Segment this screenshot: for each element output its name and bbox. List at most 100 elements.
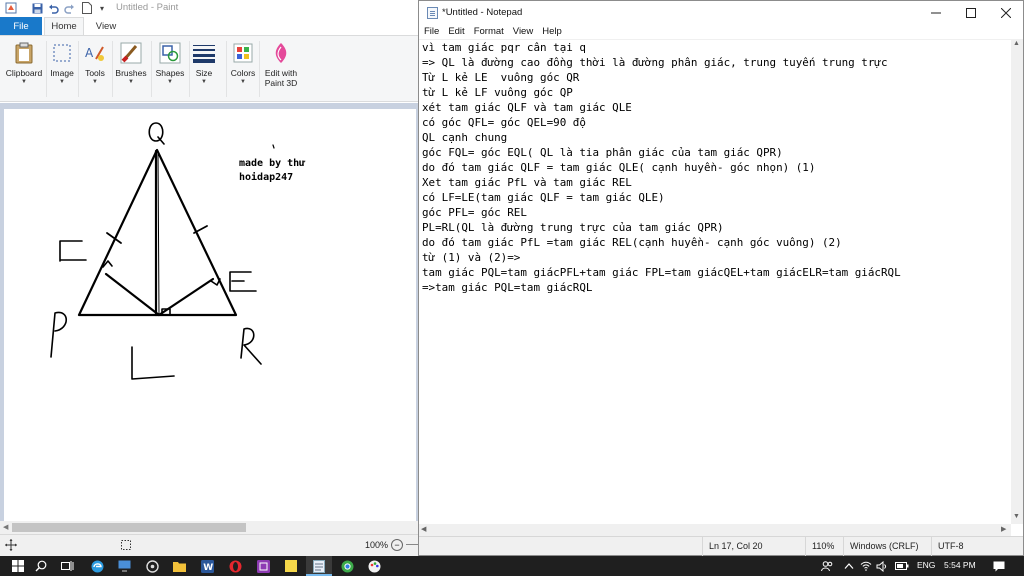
altitude-ql-inner (157, 150, 160, 316)
language-indicator[interactable]: ENG (917, 560, 935, 570)
edge-browser-icon[interactable] (90, 559, 104, 573)
search-icon[interactable] (34, 559, 48, 573)
menu-edit[interactable]: Edit (443, 25, 468, 39)
minimize-button[interactable] (919, 1, 953, 25)
tab-file[interactable]: File (0, 17, 42, 35)
brush-icon (119, 41, 143, 65)
image-label: Image (50, 68, 74, 78)
scroll-right-icon[interactable]: ▶ (1001, 525, 1006, 533)
zoom-out-button[interactable]: − (391, 539, 403, 551)
chevron-down-icon: ▼ (59, 79, 65, 85)
label-r (240, 327, 262, 365)
label-q (148, 122, 165, 145)
image-group[interactable]: Image ▼ (47, 39, 77, 100)
task-view-icon[interactable] (60, 559, 74, 573)
brushes-group[interactable]: Brushes ▼ (112, 39, 150, 100)
edit-with-paint3d-button[interactable]: Edit with Paint 3D (259, 39, 303, 100)
notepad-app-icon (427, 7, 438, 19)
word-icon[interactable]: W (200, 559, 214, 573)
opera-icon[interactable] (228, 559, 242, 573)
redo-icon[interactable] (62, 1, 76, 15)
colors-label: Colors (230, 68, 256, 78)
menu-help[interactable]: Help (537, 25, 566, 39)
chevron-down-icon: ▼ (128, 79, 134, 85)
notepad-vertical-scrollbar[interactable]: ▲ ▼ (1011, 39, 1023, 524)
maximize-button[interactable] (954, 1, 988, 25)
triangle-drawing (50, 122, 275, 380)
media-player-icon[interactable] (145, 559, 159, 573)
text-line: vì tam giác pqr cân tại q (422, 41, 586, 54)
svg-text:A: A (85, 46, 94, 60)
svg-text:W: W (203, 563, 213, 573)
size-group[interactable]: Size ▼ (189, 39, 219, 100)
signature-line2: hoidap247 (239, 172, 294, 183)
shapes-icon (158, 41, 182, 65)
notepad-taskbar-icon[interactable] (312, 559, 326, 573)
text-line: có LF=LE(tam giác QLF = tam giác QLE) (422, 191, 665, 204)
shapes-label: Shapes (155, 68, 185, 78)
network-icon[interactable] (859, 559, 873, 573)
notepad-menu-bar: File Edit Format View Help (419, 25, 1023, 39)
tab-view[interactable]: View (88, 17, 124, 35)
paint-window: ▾ Untitled - Paint File Home View Clipbo… (0, 0, 419, 556)
text-line: Xet tam giác PfL và tam giác REL (422, 176, 632, 189)
notepad-title-bar: *Untitled - Notepad (419, 1, 1023, 25)
taskbar: W ENG 5:54 PM (0, 556, 1024, 576)
scrollbar-thumb[interactable] (12, 523, 246, 532)
paint3d-icon (269, 41, 293, 65)
notepad-horizontal-scrollbar[interactable]: ◀ ▶ (419, 524, 1011, 536)
clock-time[interactable]: 5:54 PM (944, 560, 976, 570)
paint-taskbar-icon[interactable] (367, 559, 381, 573)
save-icon[interactable] (30, 1, 44, 15)
scroll-left-icon[interactable]: ◀ (3, 523, 8, 531)
text-line: do đó tam giác QLF = tam giác QLE( cạnh … (422, 161, 816, 174)
selection-size-icon (120, 539, 132, 553)
undo-icon[interactable] (46, 1, 60, 15)
size-label: Size (195, 68, 213, 78)
text-line: từ (1) và (2)=> (422, 251, 521, 264)
menu-view[interactable]: View (508, 25, 537, 39)
text-line: xét tam giác QLF và tam giác QLE (422, 101, 632, 114)
chevron-up-icon[interactable] (842, 559, 856, 573)
chrome-icon[interactable] (340, 559, 354, 573)
ribbon-tabs: File Home View (0, 17, 419, 35)
clipboard-group[interactable]: Clipboard ▼ (3, 39, 45, 100)
menu-file[interactable]: File (419, 25, 443, 39)
desktop-icon[interactable] (117, 559, 131, 573)
text-line: PL=RL(QL là đường trung trực của tam giá… (422, 221, 724, 234)
new-file-icon[interactable] (80, 1, 94, 15)
text-line: => QL là đường cao đồng thời là đường ph… (422, 56, 888, 69)
text-line: từ L kẻ LF vuông góc QP (422, 86, 573, 99)
scroll-down-icon[interactable]: ▼ (1013, 513, 1020, 520)
notepad-zoom-level: 110% (805, 537, 847, 556)
shapes-group[interactable]: Shapes ▼ (152, 39, 188, 100)
chevron-down-icon: ▼ (201, 79, 207, 85)
colors-group[interactable]: Colors ▼ (228, 39, 258, 100)
file-explorer-icon[interactable] (172, 559, 186, 573)
canvas-area: made by thư hoidap247 (0, 103, 419, 522)
windows-start-icon[interactable] (11, 559, 25, 573)
notepad-text-area[interactable]: vì tam giác pqr cân tại q => QL là đường… (419, 39, 1011, 524)
paint-zoom-level: 100% (365, 540, 389, 550)
customize-toolbar-icon[interactable]: ▾ (95, 1, 109, 15)
ribbon-divider (226, 41, 227, 97)
tools-group[interactable]: A Tools ▼ (79, 39, 111, 100)
people-icon[interactable] (820, 559, 834, 573)
text-line: =>tam giác PQL=tam giácRQL (422, 281, 593, 294)
battery-icon[interactable] (895, 559, 909, 573)
menu-format[interactable]: Format (469, 25, 508, 39)
scroll-left-icon[interactable]: ◀ (421, 525, 426, 533)
sticky-notes-icon[interactable] (284, 559, 298, 573)
clipboard-icon (12, 41, 36, 65)
drawing-canvas[interactable]: made by thư hoidap247 (4, 109, 416, 522)
chevron-down-icon: ▼ (240, 79, 246, 85)
close-button[interactable] (989, 1, 1023, 25)
tab-home[interactable]: Home (44, 17, 84, 35)
scroll-up-icon[interactable]: ▲ (1013, 40, 1020, 47)
volume-icon[interactable] (875, 559, 889, 573)
onenote-icon[interactable] (256, 559, 270, 573)
paint-horizontal-scrollbar[interactable]: ◀ (0, 521, 419, 534)
notification-center-icon[interactable] (992, 559, 1006, 573)
tools-label: Tools (85, 68, 105, 78)
stray-mark (272, 144, 275, 149)
